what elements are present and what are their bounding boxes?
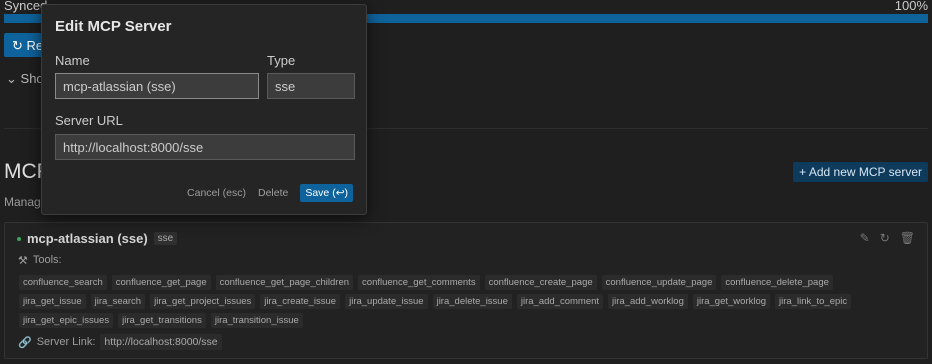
refresh-icon: ↻ [12,38,23,53]
delete-button[interactable]: Delete [258,187,288,199]
section-description: Manag [4,195,41,209]
tool-chip: jira_get_epic_issues [19,313,114,328]
show-toggle[interactable]: ⌄ Sho [6,71,44,87]
type-label: Type [267,53,296,68]
tools-list: confluence_search confluence_get_page conf… [19,275,899,328]
cancel-button[interactable]: Cancel (esc) [187,187,246,199]
server-card-actions: ✎ ↻ 🗑 [860,231,915,245]
server-url-label: Server URL [55,113,123,128]
server-card: mcp-atlassian (sse) sse ✎ ↻ 🗑 ⚒ Tools: c… [4,222,928,359]
tool-chip: jira_get_project_issues [150,294,256,309]
tool-chip: jira_create_issue [260,294,341,309]
tools-label-text: Tools: [32,254,62,266]
tool-chip: jira_link_to_epic [775,294,852,309]
chevron-down-icon: ⌄ [6,71,17,86]
server-link: 🔗 Server Link: http://localhost:8000/sse [18,334,222,350]
tools-label: ⚒ Tools: [18,254,62,267]
tool-chip: jira_get_worklog [692,294,771,309]
tool-chip: jira_search [90,294,146,309]
tool-chip: jira_get_transitions [118,313,206,328]
status-dot-icon [17,236,21,241]
sync-percent: 100% [894,0,928,13]
tool-chip: jira_delete_issue [432,294,512,309]
type-field[interactable]: sse [267,73,355,99]
name-field[interactable]: mcp-atlassian (sse) [55,73,259,99]
server-type-badge: sse [153,232,178,245]
link-icon: 🔗 [18,336,32,349]
tool-chip: jira_get_issue [19,294,86,309]
tool-chip: jira_transition_issue [210,313,303,328]
tool-chip: confluence_get_comments [358,275,480,290]
server-name: mcp-atlassian (sse) [27,231,148,246]
add-mcp-server-button[interactable]: + Add new MCP server [793,162,928,182]
tool-chip: jira_update_issue [345,294,428,309]
tools-icon: ⚒ [18,255,28,267]
dialog-title: Edit MCP Server [55,18,172,35]
server-link-label: Server Link: [36,336,96,348]
tool-chip: confluence_get_page [111,275,211,290]
save-button[interactable]: Save (↩) [300,184,353,202]
tool-chip: confluence_delete_page [721,275,833,290]
tool-chip: confluence_get_page_children [215,275,354,290]
server-card-header: mcp-atlassian (sse) sse [17,231,178,246]
dialog-actions: Cancel (esc) Delete Save (↩) [187,184,353,202]
trash-icon[interactable]: 🗑 [900,231,915,245]
tool-chip: jira_add_worklog [608,294,688,309]
tool-chip: confluence_search [19,275,107,290]
edit-server-dialog: Edit MCP Server Name mcp-atlassian (sse)… [41,4,367,215]
server-url-field[interactable]: http://localhost:8000/sse [55,134,355,160]
name-label: Name [55,53,90,68]
tool-chip: confluence_update_page [601,275,717,290]
tool-chip: confluence_create_page [484,275,597,290]
edit-icon[interactable]: ✎ [860,231,870,245]
tool-chip: jira_add_comment [516,294,604,309]
server-link-url[interactable]: http://localhost:8000/sse [100,334,222,350]
refresh-icon[interactable]: ↻ [880,231,890,245]
